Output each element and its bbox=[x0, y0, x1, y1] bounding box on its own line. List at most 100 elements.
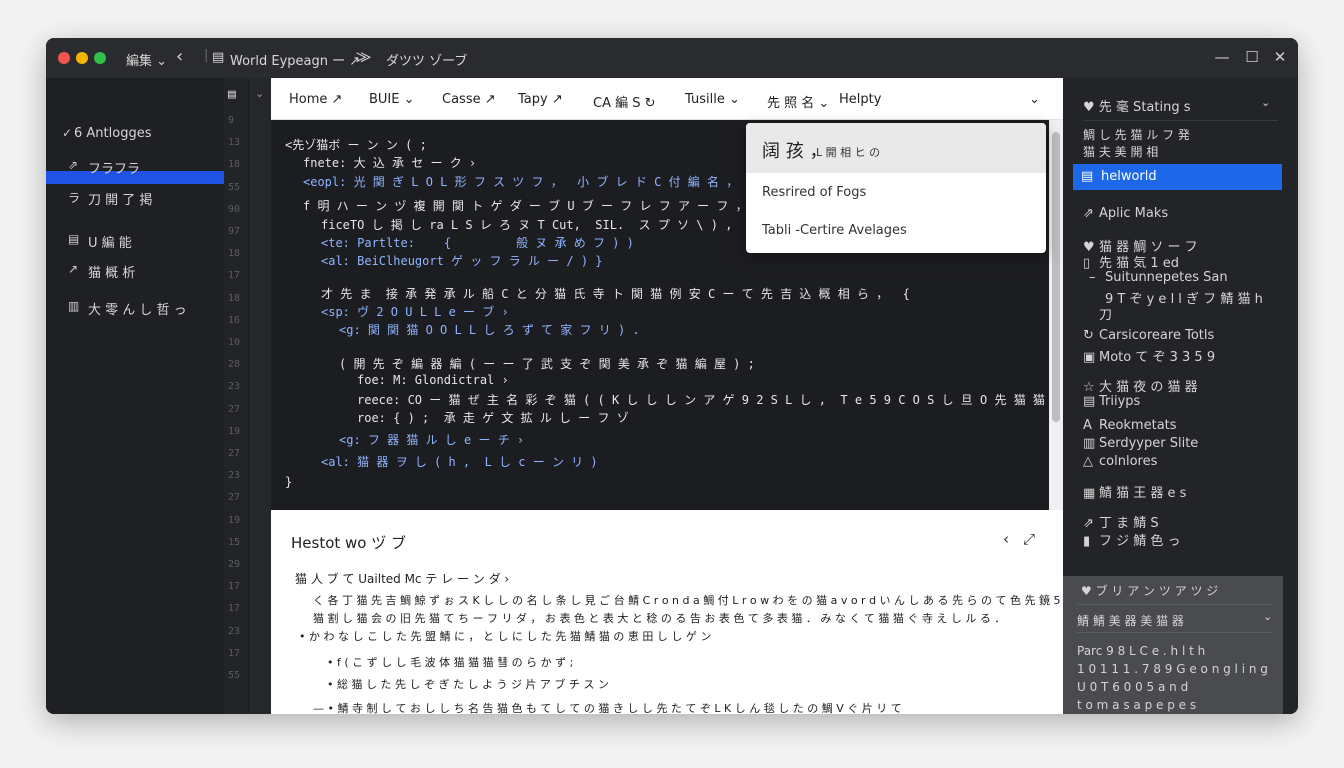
panel-item-label: Reokmetats bbox=[1099, 418, 1177, 433]
menu-arrow-icon: ↗ bbox=[331, 92, 343, 107]
panel-item-icon: ⇗ bbox=[1083, 206, 1094, 221]
right-panel: ♥ 先 毫 Stating s ⌄ 鯛 し 先 猫 ル フ 発 猫 夫 美 開 … bbox=[1063, 78, 1298, 714]
vertical-scrollbar[interactable] bbox=[1049, 120, 1063, 510]
panel-item[interactable]: ⇗ Aplic Maks bbox=[1083, 206, 1168, 221]
line-number: 97 bbox=[228, 226, 241, 237]
close-icon[interactable]: ✕ bbox=[1272, 48, 1288, 66]
panel-item-label: フ ジ 鯖 色 っ bbox=[1099, 534, 1181, 549]
sidebar-item-4[interactable]: ▤ U 編 能 bbox=[46, 232, 224, 251]
doc-line: • か わ な し こ し た 先 盟 鯖 に ， と し に し た 先 猫 … bbox=[299, 630, 712, 643]
panel-item[interactable]: A Reokmetats bbox=[1083, 418, 1177, 433]
panel-item[interactable]: ↻ Carsicoreare Totls bbox=[1083, 328, 1214, 343]
menu-ca[interactable]: CA 編 S ↻ bbox=[593, 92, 656, 111]
info-line: Parc 9 8 L C e . h l t h bbox=[1077, 644, 1206, 658]
panel-item[interactable]: ☆ 大 猫 夜 の 猫 器 bbox=[1083, 376, 1198, 395]
panel-item[interactable]: ▥ Serdyyper Slite bbox=[1083, 436, 1198, 451]
arrow-up-icon: ↗ bbox=[68, 262, 79, 276]
menu-label: 先 照 名 bbox=[767, 96, 815, 111]
doc-icon: ▤ bbox=[68, 232, 80, 246]
panel-item-icon: ▯ bbox=[1083, 256, 1091, 271]
grid-icon: ▥ bbox=[68, 299, 80, 313]
panel-item[interactable]: – Suitunnepetes San bbox=[1089, 270, 1228, 285]
scrollbar-thumb[interactable] bbox=[1052, 132, 1060, 422]
code-line: fnete: 大 込 承 セ ー ク › bbox=[303, 156, 477, 170]
minimize-dot-icon[interactable] bbox=[76, 52, 88, 64]
panel-item-icon: ▮ bbox=[1083, 534, 1091, 549]
ra-icon: ラ bbox=[68, 191, 81, 205]
close-dot-icon[interactable] bbox=[58, 52, 70, 64]
code-line: reece: CO ー 猫 ぜ 主 名 彩 ぞ 猫 ( ( K し し し ン … bbox=[357, 393, 1079, 407]
chevron-down-icon[interactable]: ⌄ bbox=[1263, 610, 1272, 623]
panel-item[interactable]: ▤ Triiyps bbox=[1083, 394, 1140, 409]
settings-header[interactable]: ♥ 先 毫 Stating s bbox=[1083, 96, 1190, 115]
line-number: 18 bbox=[228, 159, 241, 171]
back-icon[interactable]: ‹ bbox=[176, 46, 183, 67]
expand-icon[interactable]: ⤢ bbox=[1023, 530, 1035, 548]
panel-item-icon: ▥ bbox=[1083, 436, 1096, 451]
line-number: 10 bbox=[228, 337, 241, 348]
chevron-down-icon[interactable]: ⌄ bbox=[255, 87, 264, 100]
sidebar-item-label: 猫 概 析 bbox=[88, 266, 136, 281]
panel-item[interactable]: ▣ Moto て ぞ 3 3 5 9 bbox=[1083, 346, 1215, 365]
info-header-label: ブ リ ア ン ツ ア ツ ジ bbox=[1095, 584, 1219, 598]
menu-settings[interactable]: 先 照 名 ⌄ bbox=[767, 92, 829, 111]
menu-label: Tusille bbox=[685, 92, 725, 107]
menu-tapy[interactable]: Tapy ↗ bbox=[518, 92, 563, 107]
line-number: 17 bbox=[228, 603, 241, 615]
maximize-icon[interactable]: ☐ bbox=[1244, 48, 1260, 66]
doc-icon: ▤ bbox=[1081, 169, 1094, 184]
sidebar-item-5[interactable]: ↗ 猫 概 析 bbox=[46, 262, 224, 281]
dropdown-item-restored-fogs[interactable]: Resrired of Fogs bbox=[762, 185, 866, 200]
panel-item[interactable]: 刀 bbox=[1083, 304, 1112, 323]
panel-item-label: 9 T ぞ y e l l ぎ フ 鯖 猫 h bbox=[1105, 292, 1263, 307]
minimize-icon[interactable]: — bbox=[1214, 48, 1230, 66]
panel-item[interactable]: ▮ フ ジ 鯖 色 っ bbox=[1083, 530, 1181, 549]
zoom-dot-icon[interactable] bbox=[94, 52, 106, 64]
document-icon: ▤ bbox=[212, 50, 225, 65]
gutter-doc-icon[interactable]: ▤ bbox=[228, 87, 246, 102]
panel-item-helworld[interactable]: ▤ helworld bbox=[1073, 164, 1282, 190]
menu-buie[interactable]: BUIE ⌄ bbox=[369, 92, 415, 107]
info-line: t o m a s a p e p e s bbox=[1077, 698, 1197, 712]
dropdown-header[interactable]: 阔 孩 ， L 開 相 ヒ の bbox=[746, 123, 1046, 173]
code-line: <sp: ヴ 2 O U L L e ー ブ › bbox=[321, 305, 509, 319]
panel-item-label: 丁 ま 鯖 S bbox=[1099, 516, 1159, 531]
sidebar-item-antlogges[interactable]: ✓ 6 Antlogges bbox=[46, 126, 224, 142]
code-line: <g: 関 関 猫 O O L L し ろ ず て 家 フ リ ) . bbox=[339, 323, 640, 337]
panel-item-label: colnlores bbox=[1099, 454, 1158, 469]
panel-item[interactable]: ⇗ 丁 ま 鯖 S bbox=[1083, 512, 1159, 531]
info-line: U 0 T 6 0 0 5 a n d bbox=[1077, 680, 1189, 694]
line-number: 17 bbox=[228, 581, 241, 593]
dropdown-item-averages[interactable]: Tabli -Certire Avelages bbox=[762, 223, 907, 238]
window-title: World Eypeagn ー ↗ bbox=[230, 54, 361, 69]
back-icon[interactable]: ‹ bbox=[1003, 530, 1009, 548]
line-number: 19 bbox=[228, 514, 241, 526]
panel-item-label: 先 猫 気 1 ed bbox=[1099, 256, 1180, 271]
panel-item[interactable]: ▦ 鯖 猫 王 器 e s bbox=[1083, 482, 1186, 501]
code-line: } bbox=[285, 475, 293, 489]
panel-item-icon: ☆ bbox=[1083, 380, 1095, 395]
panel-item-icon: ▦ bbox=[1083, 486, 1096, 501]
arrow-icon: ⇗ bbox=[68, 158, 79, 172]
line-number: 23 bbox=[228, 625, 241, 637]
menu-casse[interactable]: Casse ↗ bbox=[442, 92, 496, 107]
panel-item[interactable]: ▯ 先 猫 気 1 ed bbox=[1083, 252, 1179, 271]
dropdown-subtitle: L 開 相 ヒ の bbox=[816, 146, 881, 159]
info-header[interactable]: ♥ ブ リ ア ン ツ ア ツ ジ bbox=[1081, 582, 1218, 599]
panel-item-icon: ▣ bbox=[1083, 350, 1096, 365]
sidebar-item-3[interactable]: ラ 刀 開 了 掲 bbox=[46, 189, 224, 208]
menu-helpty[interactable]: Helpty bbox=[839, 92, 881, 107]
title-bar: 編集 ⌄ ‹ | ▤ World Eypeagn ー ↗ ⨠ ダツツ ゾーブ —… bbox=[46, 38, 1298, 78]
sidebar-item-6[interactable]: ▥ 大 零 ん し 哲 っ bbox=[46, 299, 224, 318]
chevron-down-icon[interactable]: ⌄ bbox=[1261, 96, 1270, 109]
menu-label: Home bbox=[289, 92, 328, 107]
menu-tusille[interactable]: Tusille ⌄ bbox=[685, 92, 740, 107]
doc-heading: 猫 人 ブ て Uailted Mc テ レ ー ン ダ › bbox=[295, 572, 510, 586]
overflow-chevron-icon[interactable]: ⌄ bbox=[1029, 92, 1040, 107]
edit-menu[interactable]: 編集 ⌄ bbox=[126, 50, 167, 69]
panel-item[interactable]: △ colnlores bbox=[1083, 454, 1157, 469]
panel-item[interactable]: 9 T ぞ y e l l ぎ フ 鯖 猫 h bbox=[1089, 288, 1263, 307]
menu-arrow-icon: ↗ bbox=[551, 92, 563, 107]
sidebar-item-2[interactable]: ⇗ フラフラ bbox=[46, 158, 224, 177]
menu-home[interactable]: Home ↗ bbox=[289, 92, 342, 107]
